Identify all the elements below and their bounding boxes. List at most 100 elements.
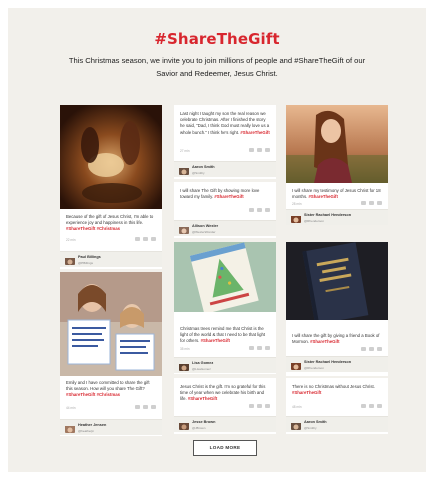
avatar — [65, 423, 75, 433]
post-text: Jesus Christ is the gift. I'm so gratefu… — [180, 384, 266, 402]
retweet-icon[interactable] — [257, 208, 262, 212]
avatar — [291, 360, 301, 370]
favorite-icon[interactable] — [151, 405, 156, 409]
author-name: Aaron Smith — [192, 165, 215, 169]
post-photo-woman-in-field[interactable] — [286, 105, 388, 183]
post-card[interactable]: Because of the gift of Jesus Christ, I'm… — [60, 105, 162, 269]
post-meta: 35 min — [180, 346, 270, 352]
author-handle: @LisaGomez — [192, 366, 211, 371]
post-time: 22 min — [66, 238, 76, 242]
post-meta — [180, 404, 270, 410]
post-author[interactable]: Heather Jensen @heatherjn — [60, 419, 162, 435]
post-meta: 28 min — [292, 201, 382, 207]
post-photo-girls-with-signs[interactable] — [60, 272, 162, 376]
post-text: There is no Christmas without Jesus Chri… — [292, 384, 375, 396]
post-time: 28 min — [292, 202, 302, 206]
post-photo-book-of-mormon[interactable] — [286, 242, 388, 320]
post-text: I will share The Gift by showing more lo… — [180, 188, 260, 200]
avatar — [179, 165, 189, 175]
retweet-icon[interactable] — [369, 201, 374, 205]
post-photo-christmas-tree[interactable] — [174, 242, 276, 312]
author-handle: @Rhenderson — [304, 365, 324, 370]
post-text: I will share the gift by giving a friend… — [292, 333, 380, 345]
post-card[interactable]: I will share the gift by giving a friend… — [286, 242, 388, 376]
page-subtitle: This Christmas season, we invite you to … — [68, 56, 366, 78]
post-meta — [292, 347, 382, 353]
favorite-icon[interactable] — [265, 148, 270, 152]
post-time: 27 min — [180, 149, 190, 153]
reply-icon[interactable] — [361, 404, 366, 408]
post-text: I will share my testimony of Jesus Chris… — [292, 188, 381, 200]
post-text: Emily and I have committed to share the … — [66, 380, 150, 398]
avatar — [179, 420, 189, 430]
post-meta: 22 min — [66, 237, 156, 243]
favorite-icon[interactable] — [377, 404, 382, 408]
favorite-icon[interactable] — [265, 208, 270, 212]
post-time: 44 min — [66, 406, 76, 410]
page-title: #ShareTheGift — [154, 30, 280, 48]
reply-icon[interactable] — [249, 148, 254, 152]
retweet-icon[interactable] — [369, 404, 374, 408]
post-card[interactable]: I will share The Gift by showing more lo… — [174, 182, 276, 238]
share-the-gift-section: #ShareTheGift This Christmas season, we … — [8, 8, 426, 472]
post-author[interactable]: Lisa Gomez @LisaGomez — [174, 357, 276, 373]
post-time: 35 min — [180, 347, 190, 351]
favorite-icon[interactable] — [151, 237, 156, 241]
post-meta: 44 min — [66, 405, 156, 411]
favorite-icon[interactable] — [265, 346, 270, 350]
retweet-icon[interactable] — [257, 346, 262, 350]
post-card[interactable]: Jesus Christ is the gift. I'm so gratefu… — [174, 378, 276, 434]
retweet-icon[interactable] — [369, 347, 374, 351]
favorite-icon[interactable] — [377, 347, 382, 351]
post-author[interactable]: Aaron Smith @Smithy — [174, 161, 276, 177]
load-more-button[interactable]: LOAD MORE — [193, 440, 257, 456]
post-author[interactable]: Paul Billings @PBillings — [60, 251, 162, 267]
post-text: Christmas trees remind me that Christ is… — [180, 326, 266, 344]
reply-icon[interactable] — [135, 237, 140, 241]
favorite-icon[interactable] — [377, 201, 382, 205]
post-author[interactable]: Allison Wexler @WexlerWonder — [174, 220, 276, 236]
post-card[interactable]: Emily and I have committed to share the … — [60, 272, 162, 436]
post-text: Last night I taught my son the real reas… — [180, 111, 270, 135]
post-card[interactable]: I will share my testimony of Jesus Chris… — [286, 105, 388, 225]
author-name: Aaron Smith — [304, 420, 327, 424]
author-handle: @PBillings — [78, 260, 94, 265]
favorite-icon[interactable] — [265, 404, 270, 408]
author-name: Jesse Brown — [192, 420, 216, 424]
author-name: Heather Jensen — [78, 423, 107, 427]
post-author[interactable]: Sister Rachael Henderson @Rhenderson — [286, 356, 388, 372]
author-handle: @Smithy — [192, 170, 205, 175]
post-meta — [180, 208, 270, 214]
post-card[interactable]: There is no Christmas without Jesus Chri… — [286, 378, 388, 434]
author-name: Sister Rachael Henderson — [304, 360, 352, 364]
retweet-icon[interactable] — [257, 148, 262, 152]
post-card[interactable]: Christmas trees remind me that Christ is… — [174, 242, 276, 374]
post-author[interactable]: Sister Rachael Henderson @Rhenderson — [286, 209, 388, 225]
avatar — [291, 420, 301, 430]
author-handle: @JBrown — [192, 425, 206, 430]
retweet-icon[interactable] — [257, 404, 262, 408]
author-name: Paul Billings — [78, 255, 101, 259]
avatar — [291, 213, 301, 223]
reply-icon[interactable] — [249, 346, 254, 350]
retweet-icon[interactable] — [143, 237, 148, 241]
post-author[interactable]: Jesse Brown @JBrown — [174, 416, 276, 432]
post-card[interactable]: Last night I taught my son the real reas… — [174, 105, 276, 179]
avatar — [179, 224, 189, 234]
author-handle: @WexlerWonder — [192, 229, 216, 234]
post-text: Because of the gift of Jesus Christ, I'm… — [66, 214, 154, 232]
author-handle: @heatherjn — [78, 428, 95, 433]
post-author[interactable]: Aaron Smith @Smithy — [286, 416, 388, 432]
reply-icon[interactable] — [249, 208, 254, 212]
post-photo-nativity[interactable] — [60, 105, 162, 209]
reply-icon[interactable] — [361, 201, 366, 205]
post-time: 48 min — [292, 405, 302, 409]
author-name: Allison Wexler — [192, 224, 219, 228]
reply-icon[interactable] — [135, 405, 140, 409]
author-handle: @Smithy — [304, 425, 317, 430]
reply-icon[interactable] — [249, 404, 254, 408]
reply-icon[interactable] — [361, 347, 366, 351]
retweet-icon[interactable] — [143, 405, 148, 409]
avatar — [65, 255, 75, 265]
post-meta: 27 min — [180, 148, 270, 154]
